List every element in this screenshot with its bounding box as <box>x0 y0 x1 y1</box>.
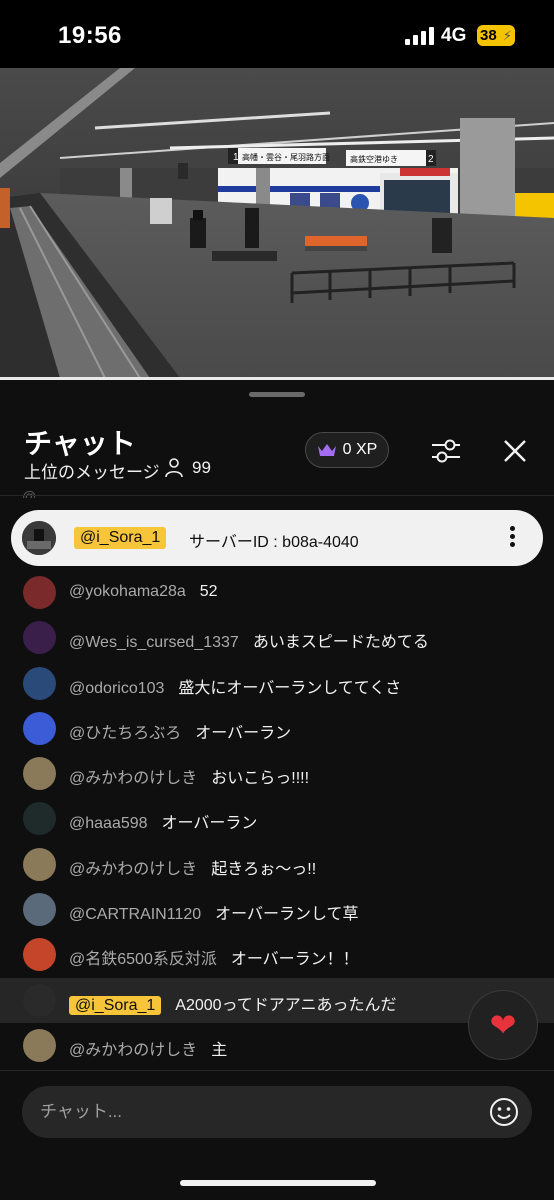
video-player[interactable]: 1 高幡・雲谷・尾羽路方面 高鉄空港ゆき 2 <box>0 68 554 378</box>
network-type: 4G <box>441 25 467 46</box>
avatar[interactable] <box>23 666 56 700</box>
message-text: A2000ってドアアニあったんだ <box>175 996 397 1014</box>
message-line: @haaa598 オーバーラン <box>69 809 257 833</box>
sign-number-2: 2 <box>428 154 434 165</box>
message-line: @名鉄6500系反対派 オーバーラン！！ <box>69 945 359 969</box>
pinned-text: サーバーID : b08a-4040 <box>189 534 359 551</box>
cellular-signal-icon <box>405 27 435 45</box>
xp-button[interactable]: 0 XP <box>305 432 389 468</box>
message-author[interactable]: @haaa598 <box>69 815 148 832</box>
avatar <box>22 521 56 555</box>
home-indicator <box>180 1180 376 1186</box>
chat-input[interactable] <box>40 1086 480 1138</box>
chat-message[interactable]: @CARTRAIN1120 オーバーランして草 <box>0 887 554 932</box>
sign-number-1: 1 <box>233 152 239 163</box>
station-scene-image: 1 高幡・雲谷・尾羽路方面 高鉄空港ゆき 2 <box>0 68 554 378</box>
avatar[interactable] <box>23 938 56 972</box>
message-line: @ひたちろぶろ オーバーラン <box>69 719 291 743</box>
avatar[interactable] <box>23 847 56 881</box>
message-line: @みかわのけしき主 <box>69 1036 227 1060</box>
message-text: 主 <box>211 1041 228 1059</box>
person-icon <box>165 458 183 478</box>
chat-title: チャット <box>24 428 136 459</box>
message-author[interactable]: @yokohama28a <box>69 583 186 600</box>
pinned-message[interactable]: @i_Sora_1 サーバーID : b08a-4040 <box>11 510 543 566</box>
chat-message-list: @yokohama28a 52 @Wes_is_cursed_1337 あいまスピード… <box>0 570 554 1068</box>
station-sign-2: 高鉄空港ゆき <box>350 154 398 164</box>
message-author[interactable]: @名鉄6500系反対派 <box>69 951 217 968</box>
avatar[interactable] <box>23 711 56 745</box>
message-line: @i_Sora_1 A2000ってドアアニあったんだ <box>69 991 396 1015</box>
chat-message[interactable]: @みかわのけしき おいこらっ!!!! <box>0 751 554 796</box>
emoji-icon[interactable] <box>488 1096 520 1128</box>
message-line: @CARTRAIN1120 オーバーランして草 <box>69 900 359 924</box>
message-text: オーバーラン！！ <box>230 951 359 969</box>
avatar[interactable] <box>23 893 56 927</box>
message-line: @みかわのけしき おいこらっ!!!! <box>69 764 309 788</box>
heart-icon[interactable]: ❤ <box>468 990 538 1060</box>
message-author[interactable]: @CARTRAIN1120 <box>69 906 201 923</box>
message-author[interactable]: @i_Sora_1 <box>69 995 162 1015</box>
status-time: 19:56 <box>58 22 122 49</box>
message-line: @yokohama28a 52 <box>69 583 218 601</box>
chat-mode-selector[interactable]: 上位のメッセージ <box>24 458 160 483</box>
chat-message[interactable]: @ひたちろぶろ オーバーラン <box>0 706 554 751</box>
charging-bolt-icon: ⚡ <box>502 28 512 43</box>
xp-label: 0 XP <box>342 441 378 458</box>
drag-handle[interactable] <box>249 392 305 397</box>
avatar[interactable] <box>23 1028 56 1062</box>
chat-message[interactable]: @名鉄6500系反対派 オーバーラン！！ <box>0 932 554 977</box>
message-text: オーバーラン <box>161 815 258 833</box>
scrolled-message-peek: @... ... <box>22 488 64 498</box>
chat-message[interactable]: @odorico103 盛大にオーバーランしててくさ <box>0 661 554 706</box>
tune-settings-icon[interactable] <box>430 436 462 466</box>
viewer-count: 99 <box>192 458 211 477</box>
message-text: あいまスピードためてる <box>252 634 429 652</box>
battery-icon: 38 ⚡ <box>477 25 515 46</box>
avatar[interactable] <box>23 621 56 655</box>
message-text: おいこらっ!!!! <box>211 770 310 788</box>
message-text: 52 <box>199 583 218 600</box>
status-bar: 19:56 4G 38 ⚡ <box>0 0 554 68</box>
message-author[interactable]: @ひたちろぶろ <box>69 725 181 742</box>
message-line: @みかわのけしき 起きろぉ〜っ!! <box>69 855 316 879</box>
message-text: 起きろぉ〜っ!! <box>211 860 317 878</box>
chat-message[interactable]: @みかわのけしき 起きろぉ〜っ!! <box>0 842 554 887</box>
message-author[interactable]: @odorico103 <box>69 680 164 697</box>
avatar[interactable] <box>23 802 56 836</box>
more-vert-icon[interactable] <box>508 526 516 550</box>
message-author[interactable]: @みかわのけしき <box>69 861 197 878</box>
avatar[interactable] <box>23 983 56 1017</box>
message-author[interactable]: @Wes_is_cursed_1337 <box>69 634 239 651</box>
chat-mode-label: 上位のメッセージ <box>24 463 160 482</box>
station-sign-1: 高幡・雲谷・尾羽路方面 <box>242 152 330 162</box>
message-line: @Wes_is_cursed_1337 あいまスピードためてる <box>69 628 429 652</box>
avatar[interactable] <box>23 757 56 791</box>
message-text: オーバーラン <box>195 724 292 742</box>
message-author[interactable]: @みかわのけしき <box>69 770 197 787</box>
close-icon[interactable] <box>500 436 530 466</box>
crown-icon <box>317 444 336 456</box>
pinned-author[interactable]: @i_Sora_1 <box>74 527 167 549</box>
avatar[interactable] <box>23 576 56 609</box>
message-author[interactable]: @みかわのけしき <box>69 1042 197 1059</box>
message-text: 盛大にオーバーランしててくさ <box>178 679 402 697</box>
chat-message[interactable]: @haaa598 オーバーラン <box>0 796 554 841</box>
input-divider <box>0 1070 554 1071</box>
chat-message[interactable]: @Wes_is_cursed_1337 あいまスピードためてる <box>0 615 554 660</box>
message-text: オーバーランして草 <box>215 906 359 924</box>
chat-message[interactable]: @yokohama28a 52 <box>0 570 554 615</box>
battery-level: 38 <box>480 27 497 44</box>
chat-input-bar[interactable] <box>22 1086 532 1138</box>
message-line: @odorico103 盛大にオーバーランしててくさ <box>69 674 401 698</box>
live-chat-panel: @... ... チャット 上位のメッセージ 99 0 XP @i_Sora_1… <box>0 380 554 1200</box>
header-divider <box>0 495 554 496</box>
